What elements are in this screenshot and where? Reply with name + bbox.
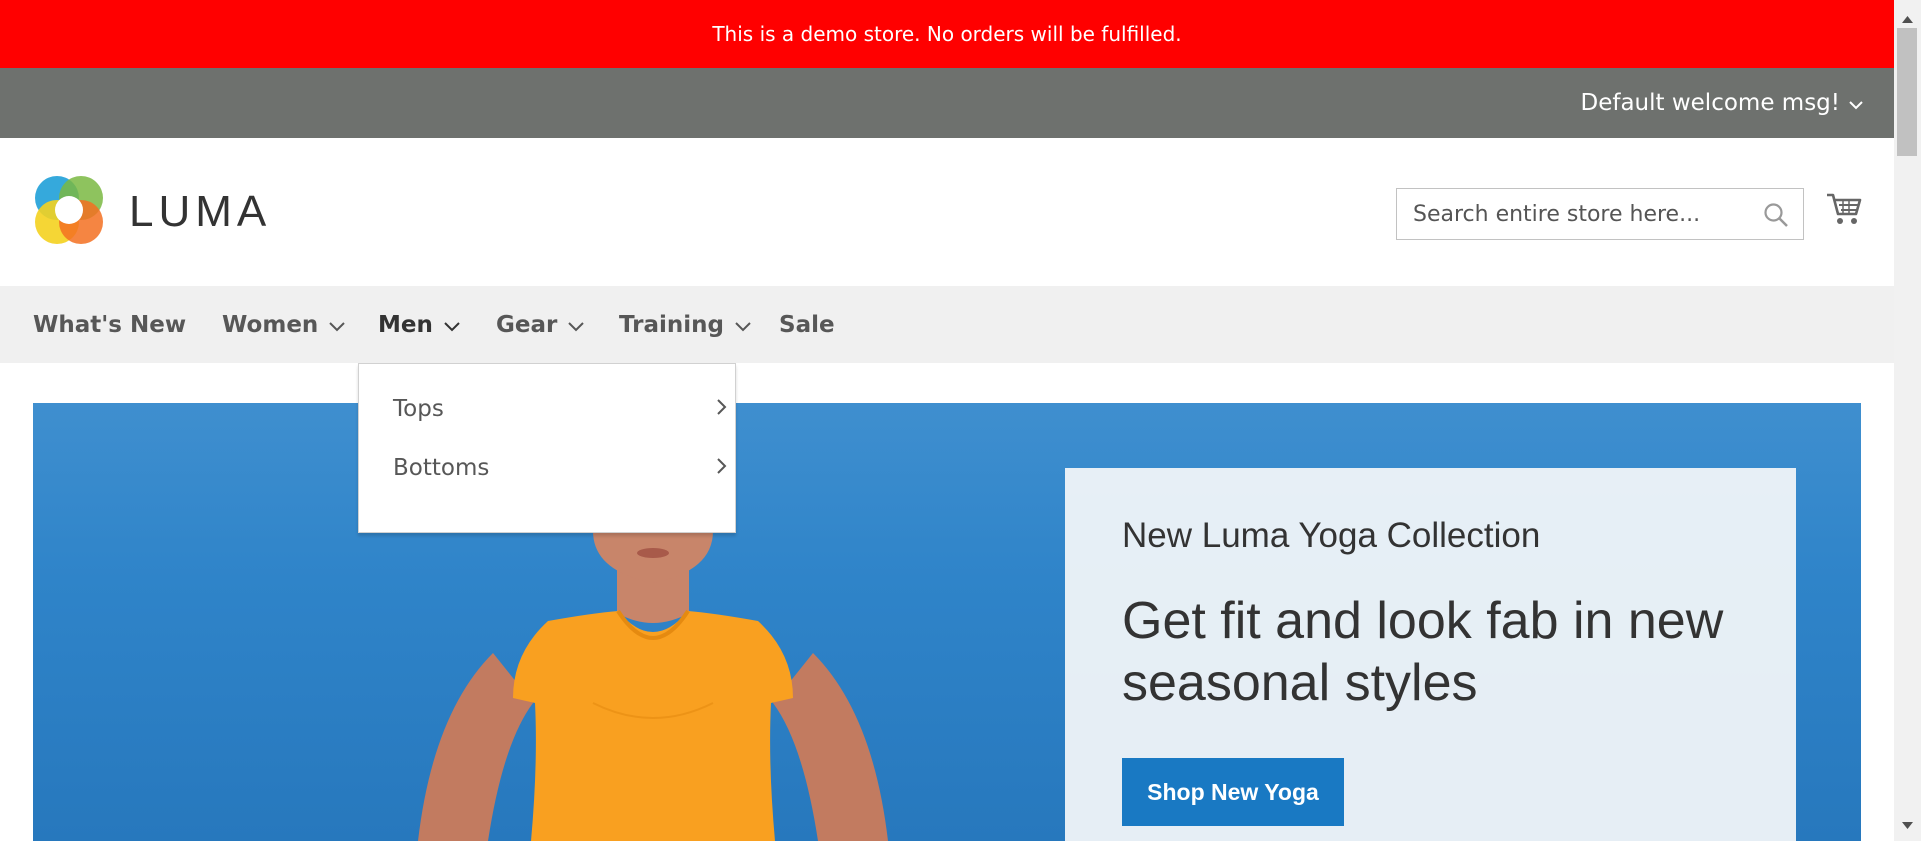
- header-content: LUMA: [0, 138, 1894, 286]
- nav-item-training[interactable]: Training: [619, 286, 752, 363]
- dropdown-item-label: Tops: [393, 396, 444, 422]
- promo-box: New Luma Yoga Collection Get fit and loo…: [1065, 468, 1796, 841]
- chevron-right-icon: [716, 396, 727, 422]
- search-input[interactable]: [1397, 189, 1737, 239]
- store-logo[interactable]: LUMA: [33, 174, 271, 250]
- demo-notice-text: This is a demo store. No orders will be …: [712, 22, 1182, 46]
- men-dropdown-menu: Tops Bottoms: [358, 363, 736, 533]
- promo-title: Get fit and look fab in new seasonal sty…: [1122, 592, 1724, 712]
- chevron-down-icon: [328, 312, 346, 338]
- welcome-dropdown[interactable]: Default welcome msg!: [1581, 68, 1865, 138]
- search-box: [1396, 188, 1804, 240]
- promo-subtitle: New Luma Yoga Collection: [1122, 516, 1541, 555]
- scroll-thumb[interactable]: [1897, 28, 1917, 156]
- page-scrollbar[interactable]: [1894, 0, 1921, 841]
- chevron-down-icon: [567, 312, 585, 338]
- scroll-up-icon[interactable]: [1902, 8, 1913, 27]
- dropdown-item-tops[interactable]: Tops: [393, 389, 727, 429]
- dropdown-item-bottoms[interactable]: Bottoms: [393, 448, 727, 488]
- luma-logo-icon: [33, 174, 105, 250]
- nav-item-whats-new[interactable]: What's New: [33, 286, 186, 363]
- nav-item-label: Gear: [496, 311, 558, 338]
- demo-notice-banner: This is a demo store. No orders will be …: [0, 0, 1894, 68]
- chevron-down-icon: [1848, 90, 1864, 116]
- nav-item-label: Women: [222, 311, 319, 338]
- scroll-down-icon[interactable]: [1902, 814, 1913, 833]
- nav-item-label: Sale: [779, 311, 835, 338]
- nav-item-label: What's New: [33, 311, 187, 338]
- nav-item-label: Training: [619, 311, 725, 338]
- nav-item-sale[interactable]: Sale: [779, 286, 835, 363]
- cart-icon[interactable]: [1826, 192, 1862, 230]
- nav-item-label: Men: [378, 311, 433, 338]
- dropdown-item-label: Bottoms: [393, 455, 490, 481]
- search-icon[interactable]: [1763, 202, 1789, 232]
- nav-item-women[interactable]: Women: [222, 286, 346, 363]
- welcome-message: Default welcome msg!: [1580, 90, 1841, 116]
- main-navigation: What's New Women Men Gear Training Sale: [0, 286, 1894, 363]
- nav-item-gear[interactable]: Gear: [496, 286, 585, 363]
- chevron-right-icon: [716, 455, 727, 481]
- chevron-down-icon: [734, 312, 752, 338]
- shop-new-yoga-button[interactable]: Shop New Yoga: [1122, 758, 1344, 826]
- header-panel: Default welcome msg!: [0, 68, 1894, 138]
- chevron-down-icon: [443, 312, 461, 338]
- logo-text: LUMA: [129, 187, 272, 236]
- nav-item-men[interactable]: Men: [378, 286, 461, 363]
